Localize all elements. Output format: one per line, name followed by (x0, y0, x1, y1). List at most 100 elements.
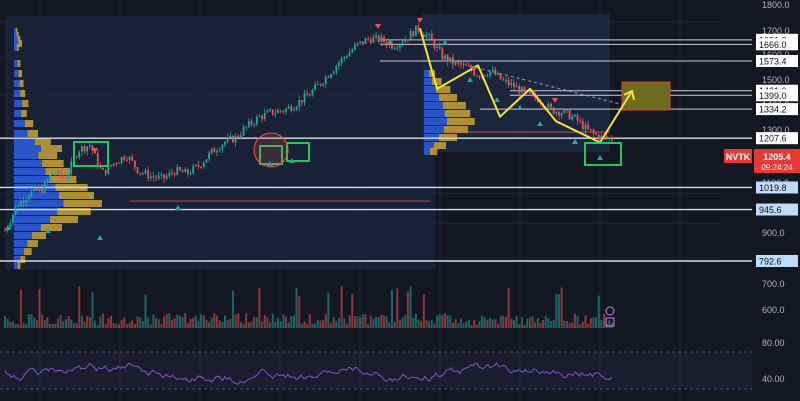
volume-bar (483, 317, 486, 328)
volume-bar (319, 320, 322, 328)
volume-bar (565, 320, 568, 328)
candle-body (343, 57, 346, 59)
volume-bar (181, 316, 184, 328)
volume-bar (202, 315, 205, 328)
candle-body (338, 62, 340, 67)
candle-body (462, 64, 465, 66)
candle-body (118, 162, 120, 164)
volume-bar (351, 294, 354, 328)
volume-bar (163, 316, 166, 328)
candle-body (133, 160, 136, 168)
candle-body (589, 129, 592, 131)
candle-body (467, 65, 470, 67)
volume-bar (335, 320, 338, 328)
candle-body (298, 100, 301, 107)
candle-body (285, 108, 287, 112)
candle-body (335, 66, 338, 72)
volume-bar (173, 318, 176, 328)
candle-body (444, 55, 446, 60)
vp-bar (21, 110, 27, 117)
volume-bar (221, 321, 224, 328)
volume-bar (589, 318, 592, 328)
volume-bar (83, 321, 86, 328)
volume-bar (316, 319, 319, 328)
level-label-1207.6: 1207.6 (759, 134, 787, 144)
volume-bar (486, 319, 489, 328)
volume-bar (234, 314, 237, 328)
volume-bar (62, 321, 65, 328)
volume-bar (528, 317, 531, 328)
volume-bar (72, 323, 75, 328)
vp-bar (14, 248, 24, 255)
candle-body (430, 33, 433, 40)
candle-body (314, 84, 317, 90)
candle-body (597, 134, 600, 141)
candle-body (218, 149, 221, 152)
vp-bar (14, 130, 28, 137)
candle-body (340, 58, 343, 63)
candle-body (433, 39, 436, 49)
candle-body (250, 120, 253, 125)
price-chart[interactable]: 1800.01700.01600.01500.01400.01300.01100… (0, 0, 800, 401)
candle-body (163, 174, 165, 179)
candle-body (441, 48, 444, 60)
volume-bar (441, 315, 444, 328)
volume-bar (489, 318, 492, 328)
volume-bar (194, 316, 197, 328)
volume-bar (263, 315, 266, 328)
candle-body (478, 76, 481, 78)
volume-bar (224, 315, 227, 328)
candle-body (452, 57, 454, 65)
candle-body (359, 41, 362, 44)
volume-bar (96, 324, 99, 328)
volume-bar (70, 319, 73, 328)
volume-bar (67, 316, 70, 328)
candle-body (608, 137, 611, 139)
candle-body (221, 144, 224, 150)
candle-body (497, 73, 499, 75)
candle-body (454, 61, 457, 65)
candle-body (110, 165, 112, 167)
candle-body (128, 156, 131, 160)
vp-bar (424, 78, 432, 85)
volume-bar (557, 294, 560, 328)
volume-bar (51, 323, 54, 328)
volume-bar (576, 316, 579, 328)
volume-bar (563, 320, 566, 328)
volume-bar (444, 313, 447, 328)
volume-bar (380, 314, 383, 328)
volume-bar (356, 316, 359, 328)
candle-body (160, 174, 163, 176)
volume-bar (414, 313, 417, 328)
volume-bar (46, 317, 49, 328)
volume-bar (9, 321, 12, 328)
volume-bar (611, 322, 613, 328)
volume-bar (404, 315, 407, 328)
volume-bar (6, 318, 9, 328)
candle-body (266, 110, 269, 113)
volume-bar (552, 320, 555, 328)
vp-bar (41, 224, 62, 231)
volume-bar (258, 288, 261, 328)
candle-body (513, 82, 515, 88)
candle-body (229, 135, 232, 138)
volume-bar (282, 314, 285, 328)
alert-icon[interactable] (605, 306, 615, 316)
circle-marker[interactable] (253, 132, 289, 168)
vp-bar (447, 118, 475, 125)
vp-bar (424, 142, 434, 149)
level-label-1399.0: 1399.0 (759, 91, 787, 101)
candle-body (438, 46, 441, 49)
candle-body (139, 173, 142, 175)
volume-bar (144, 294, 147, 328)
volume-bar (128, 322, 131, 328)
candle-body (282, 110, 285, 112)
volume-bar (560, 287, 563, 328)
candle-body (550, 103, 552, 108)
volume-bar (99, 316, 102, 328)
volume-bar (123, 317, 126, 328)
vp-bar (14, 60, 18, 67)
candle-body (611, 137, 613, 141)
volume-bar (499, 316, 502, 328)
candle-body (353, 44, 356, 50)
